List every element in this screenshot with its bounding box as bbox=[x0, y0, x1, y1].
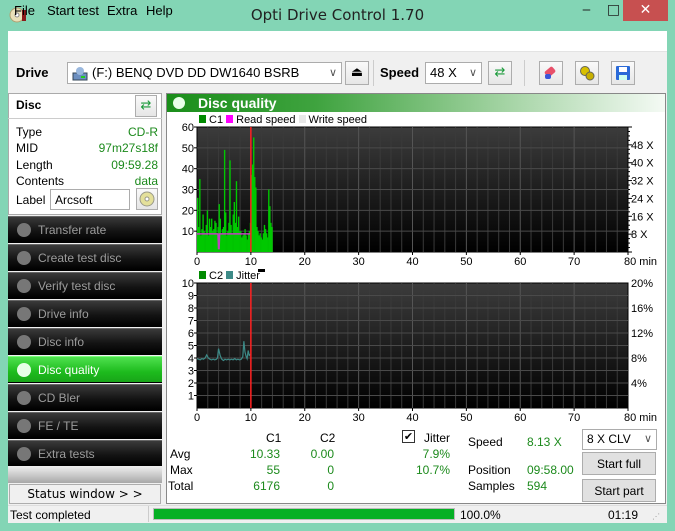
stats-row-avg-label: Avg bbox=[170, 447, 191, 461]
x-tick-label: 30 bbox=[353, 412, 365, 424]
position-value: 09:58.00 bbox=[527, 463, 574, 477]
stats-col-c2: C2 bbox=[320, 431, 336, 445]
y-tick-label-left: 30 bbox=[182, 185, 194, 197]
x-tick-label: 80 min bbox=[624, 256, 657, 268]
x-tick-label: 40 bbox=[406, 412, 418, 424]
y-tick-label-right: 32 X bbox=[631, 176, 654, 188]
c1-chart: 0 10 20 30 40 50 60 70 80 min 10 20 30 40 50 60 8 X 16 X… bbox=[182, 122, 657, 268]
x-tick-label: 60 bbox=[514, 256, 526, 268]
y-tick-label-left: 8 bbox=[188, 303, 194, 315]
y-tick-label-left: 3 bbox=[188, 366, 194, 378]
stats-col-jitter: Jitter bbox=[424, 431, 451, 445]
x-tick-label: 50 bbox=[460, 412, 472, 424]
x-tick-label: 0 bbox=[194, 256, 200, 268]
test-speed-value: 8 X CLV bbox=[587, 432, 631, 446]
samples-label: Samples bbox=[468, 479, 515, 493]
stats-col-c1: C1 bbox=[266, 431, 282, 445]
samples-value: 594 bbox=[527, 479, 548, 493]
start-full-button[interactable]: Start full bbox=[582, 452, 656, 475]
y-tick-label-left: 2 bbox=[188, 378, 194, 390]
y-tick-label-left: 6 bbox=[188, 328, 194, 340]
elapsed-time: 01:19 bbox=[608, 508, 639, 522]
y-tick-label-right: 20% bbox=[631, 278, 653, 290]
x-tick-label: 40 bbox=[406, 256, 418, 268]
y-tick-label-right: 48 X bbox=[631, 140, 654, 152]
chevron-down-icon: ∨ bbox=[643, 433, 652, 445]
status-divider bbox=[148, 506, 149, 522]
y-tick-label-left: 9 bbox=[188, 291, 194, 303]
y-tick-label-right: 4% bbox=[631, 378, 647, 390]
y-tick-label-left: 1 bbox=[188, 391, 194, 403]
stats-avg-c1: 10.33 bbox=[249, 447, 280, 461]
x-tick-label: 50 bbox=[460, 256, 472, 268]
charts-svg: 0 10 20 30 40 50 60 70 80 min1020304050608 X16 X… bbox=[182, 122, 657, 424]
start-part-button[interactable]: Start part bbox=[582, 479, 656, 502]
x-tick-label: 20 bbox=[299, 256, 311, 268]
stats-max-c1: 55 bbox=[266, 463, 280, 477]
progress-text: 100.0% bbox=[460, 508, 501, 522]
y-tick-label-left: 50 bbox=[182, 143, 194, 155]
x-tick-label: 30 bbox=[353, 256, 365, 268]
speed-readout-value: 8.13 X bbox=[527, 435, 562, 449]
x-tick-label: 70 bbox=[568, 412, 580, 424]
y-tick-label-left: 7 bbox=[188, 316, 194, 328]
checkmark-icon: ✔ bbox=[403, 430, 414, 443]
y-tick-label-left: 10 bbox=[182, 278, 194, 290]
progress-bar bbox=[153, 508, 455, 520]
y-tick-label-right: 8 X bbox=[631, 229, 648, 241]
y-tick-label-left: 40 bbox=[182, 164, 194, 176]
y-tick-label-left: 5 bbox=[188, 341, 194, 353]
position-label: Position bbox=[468, 463, 511, 477]
x-tick-label: 0 bbox=[194, 412, 200, 424]
stats-row-max-label: Max bbox=[170, 463, 193, 477]
y-tick-label-right: 12% bbox=[631, 328, 653, 340]
y-tick-label-right: 8% bbox=[631, 353, 647, 365]
y-tick-label-right: 16 X bbox=[631, 211, 654, 223]
stats-avg-c2: 0.00 bbox=[310, 447, 334, 461]
stats-total-c1: 6176 bbox=[253, 479, 280, 493]
stats-row-total-label: Total bbox=[168, 479, 194, 493]
y-tick-label-right: 40 X bbox=[631, 158, 654, 170]
c2-jitter-chart: 0 10 20 30 40 50 60 70 80 min123456789104%8%12%1… bbox=[182, 278, 657, 424]
y-tick-label-left: 60 bbox=[182, 122, 194, 134]
stats-max-c2: 0 bbox=[327, 463, 334, 477]
speed-readout-label: Speed bbox=[468, 435, 503, 449]
status-text: Test completed bbox=[10, 508, 91, 522]
y-tick-label-left: 10 bbox=[182, 226, 194, 238]
x-tick-label: 20 bbox=[299, 412, 311, 424]
stats-avg-jitter: 7.9% bbox=[422, 447, 450, 461]
stats-total-c2: 0 bbox=[327, 479, 334, 493]
x-tick-label: 10 bbox=[245, 412, 257, 424]
progress-fill bbox=[154, 509, 454, 519]
test-speed-select[interactable]: 8 X CLV ∨ bbox=[582, 429, 657, 450]
jitter-checkbox[interactable]: ✔ bbox=[402, 430, 415, 443]
c1-bar bbox=[271, 227, 273, 252]
y-tick-label-left: 4 bbox=[188, 353, 194, 365]
stats-max-jitter: 10.7% bbox=[415, 463, 450, 477]
x-tick-label: 70 bbox=[568, 256, 580, 268]
resize-grip-icon[interactable]: ⋰ bbox=[652, 512, 660, 521]
y-tick-label-right: 24 X bbox=[631, 193, 654, 205]
x-tick-label: 80 min bbox=[624, 412, 657, 424]
y-tick-label-left: 20 bbox=[182, 205, 194, 217]
x-tick-label: 60 bbox=[514, 412, 526, 424]
x-tick-label: 10 bbox=[245, 256, 257, 268]
y-tick-label-right: 16% bbox=[631, 303, 653, 315]
